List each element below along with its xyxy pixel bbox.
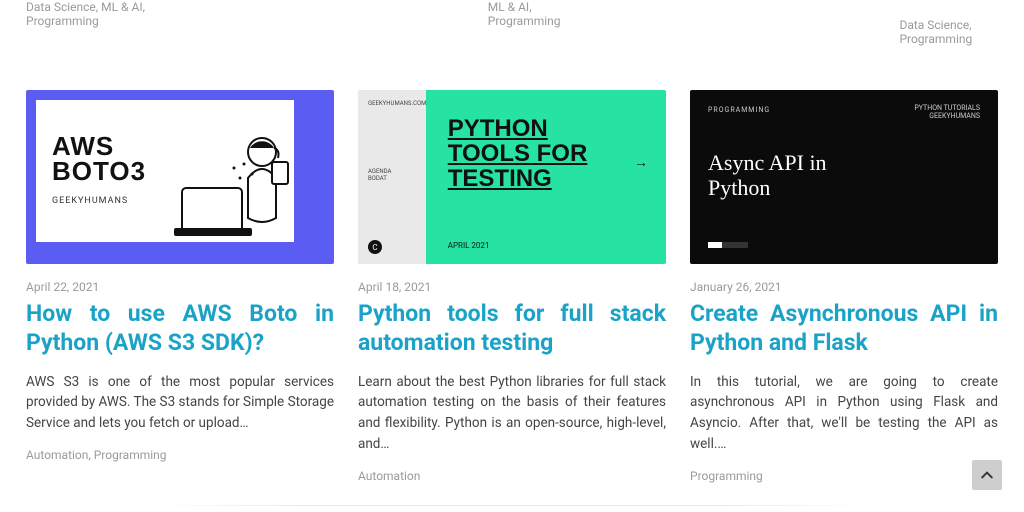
thumb-heading: AWS BOTO3 [52,134,146,183]
tag-text[interactable]: Data Science, ML & AI, Programming [26,0,156,46]
progress-bar-icon [708,242,748,248]
post-excerpt: AWS S3 is one of the most popular servic… [26,372,334,435]
previous-row-tags: Data Science, ML & AI, Programming ML & … [26,0,998,46]
arrow-right-icon: → [634,154,648,171]
post-date: April 22, 2021 [26,280,334,294]
post-grid: AWS BOTO3 GEEKYHUMANS [26,90,998,483]
thumb-url: GEEKYHUMANS.COM [368,100,426,107]
thumb-main: PYTHONTOOLS FORTESTING APRIL 2021 → [426,90,666,264]
post-title-link[interactable]: How to use AWS Boto in Python (AWS S3 SD… [26,300,334,358]
thumb-brand: GEEKYHUMANS [52,196,128,206]
post-title-link[interactable]: Python tools for full stack automation t… [358,300,666,358]
thumb-heading: PYTHONTOOLS FORTESTING [448,116,588,192]
post-thumbnail[interactable]: GEEKYHUMANS.COM AGENDABODAT C PYTHONTOOL… [358,90,666,264]
scroll-to-top-button[interactable] [972,460,1002,490]
chevron-up-icon [981,469,993,481]
post-title-link[interactable]: Create Asynchronous API in Python and Fl… [690,300,998,358]
post-excerpt: Learn about the best Python libraries fo… [358,372,666,456]
post-thumbnail[interactable]: PROGRAMMING PYTHON TUTORIALSGEEKYHUMANS … [690,90,998,264]
post-card: AWS BOTO3 GEEKYHUMANS [26,90,334,483]
tag-text[interactable]: Data Science, Programming [899,0,998,46]
logo-dot-icon: C [368,240,382,254]
thumb-subtext: AGENDABODAT [368,168,391,182]
thumb-date: APRIL 2021 [448,241,490,250]
thumb-category: PROGRAMMING [708,106,770,114]
thumb-brand: PYTHON TUTORIALSGEEKYHUMANS [914,104,980,121]
thumb-heading: Async API inPython [708,150,827,201]
post-card: GEEKYHUMANS.COM AGENDABODAT C PYTHONTOOL… [358,90,666,483]
post-date: January 26, 2021 [690,280,998,294]
post-tags[interactable]: Programming [690,469,998,483]
post-excerpt: In this tutorial, we are going to create… [690,372,998,456]
post-date: April 18, 2021 [358,280,666,294]
post-tags[interactable]: Automation [358,469,666,483]
thumb-sidebar: GEEKYHUMANS.COM AGENDABODAT C [358,90,426,264]
illustration-person-laptop [174,118,294,248]
footer-shadow [150,505,874,506]
tag-text[interactable]: ML & AI, Programming [488,0,568,46]
post-tags[interactable]: Automation, Programming [26,448,334,462]
post-card: PROGRAMMING PYTHON TUTORIALSGEEKYHUMANS … [690,90,998,483]
post-thumbnail[interactable]: AWS BOTO3 GEEKYHUMANS [26,90,334,264]
